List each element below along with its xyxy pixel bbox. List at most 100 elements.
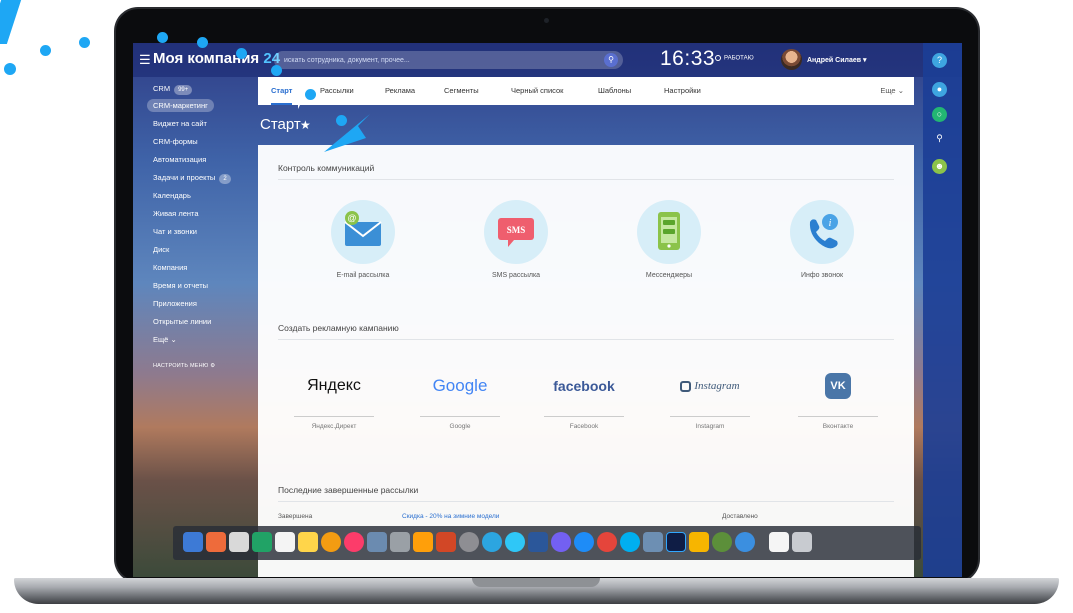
star-icon[interactable]: ★ <box>300 118 311 132</box>
reminders-icon[interactable] <box>275 532 295 552</box>
sidebar-item-chat[interactable]: Чат и звонки <box>133 224 253 240</box>
screenshot-icon[interactable] <box>390 532 410 552</box>
sidebar-item-label: Живая лента <box>153 209 199 218</box>
decorative-dot <box>4 63 16 75</box>
bitrix24-icon[interactable] <box>505 532 525 552</box>
user-icon[interactable]: ☻ <box>932 159 947 174</box>
search-box[interactable]: ⚲ <box>274 51 623 69</box>
skype-icon[interactable] <box>620 532 640 552</box>
help-icon[interactable]: ? <box>932 53 947 68</box>
channel-info-call[interactable]: i Инфо звонок <box>747 200 897 279</box>
tab-segments[interactable]: Сегменты <box>444 77 479 105</box>
sidebar-item-automation[interactable]: Автоматизация <box>133 152 253 168</box>
sidebar-item-feed[interactable]: Живая лента <box>133 206 253 222</box>
sketch-icon[interactable] <box>689 532 709 552</box>
sidebar-item-crm-forms[interactable]: CRM-формы <box>133 134 253 150</box>
configure-menu-link[interactable]: НАСТРОИТЬ МЕНЮ ⚙ <box>133 358 253 374</box>
excel-icon[interactable] <box>252 532 272 552</box>
ad-vk[interactable]: VK Вконтакте <box>768 370 908 430</box>
stage: ☰ Моя компания 24 ⚲ 16:33 РАБОТАЮ Андрей… <box>0 0 1073 613</box>
tab-mailings[interactable]: Рассылки <box>320 77 354 105</box>
launchpad-icon[interactable] <box>459 532 479 552</box>
sidebar-item-label: CRM-маркетинг <box>147 99 214 112</box>
safari-icon[interactable] <box>574 532 594 552</box>
ad-separator <box>294 416 374 417</box>
decorative-dot <box>236 48 247 59</box>
network-monitor-icon[interactable] <box>712 532 732 552</box>
divider <box>278 501 894 502</box>
stickies-icon[interactable] <box>298 532 318 552</box>
sidebar-item-apps[interactable]: Приложения <box>133 296 253 312</box>
sidebar-item-company[interactable]: Компания <box>133 260 253 276</box>
tab-templates[interactable]: Шаблоны <box>598 77 631 105</box>
sms-bubble-graphic: SMS <box>498 218 534 247</box>
sidebar-item-drive[interactable]: Диск <box>133 242 253 258</box>
sidebar-item-crm[interactable]: CRM 99+ <box>133 81 253 97</box>
counter-badge: 2 <box>219 174 231 184</box>
section-title-communications: Контроль коммуникаций <box>278 163 375 173</box>
finder-icon[interactable] <box>183 532 203 552</box>
system-prefs-icon[interactable] <box>643 532 663 552</box>
powerpoint-icon[interactable] <box>436 532 456 552</box>
sidebar-item-more[interactable]: Ещё ⌄ <box>133 332 253 348</box>
sidebar-item-time[interactable]: Время и отчеты <box>133 278 253 294</box>
search-icon[interactable]: ⚲ <box>932 131 947 146</box>
tab-settings[interactable]: Настройки <box>664 77 701 105</box>
trash-icon[interactable] <box>792 532 812 552</box>
facebook-logo: facebook <box>514 370 654 402</box>
books-icon[interactable] <box>413 532 433 552</box>
document-icon[interactable] <box>769 532 789 552</box>
calendar-icon[interactable] <box>206 532 226 552</box>
photos-icon[interactable] <box>321 532 341 552</box>
channel-label: SMS рассылка <box>491 272 541 279</box>
search-icon[interactable]: ⚲ <box>604 53 618 67</box>
company-logo[interactable]: Моя компания 24 <box>153 50 280 67</box>
chrome-icon[interactable] <box>597 532 617 552</box>
notes-icon[interactable] <box>229 532 249 552</box>
ad-instagram[interactable]: Instagram Instagram <box>640 370 780 430</box>
sidebar-item-open-lines[interactable]: Открытые линии <box>133 314 253 330</box>
quicktime-icon[interactable] <box>735 532 755 552</box>
top-bar: ☰ Моя компания 24 ⚲ 16:33 РАБОТАЮ Андрей… <box>133 43 962 77</box>
decorative-stroke <box>0 0 22 44</box>
chat-icon[interactable]: ○ <box>932 107 947 122</box>
ad-yandex[interactable]: Яндекс Яндекс.Директ <box>264 370 404 430</box>
avatar[interactable] <box>781 49 802 70</box>
ad-separator <box>798 416 878 417</box>
channel-email[interactable]: @ E-mail рассылка <box>288 200 438 279</box>
ad-google[interactable]: Google Google <box>390 370 530 430</box>
clock: 16:33 <box>660 47 716 70</box>
photoshop-icon[interactable] <box>666 532 686 552</box>
word-icon[interactable] <box>528 532 548 552</box>
itunes-icon[interactable] <box>344 532 364 552</box>
sidebar-item-tasks[interactable]: Задачи и проекты 2 <box>133 170 253 186</box>
page-title: Старт <box>260 116 301 133</box>
sidebar-item-label: Открытые линии <box>153 317 212 326</box>
sidebar-item-label: CRM-формы <box>153 137 198 146</box>
tab-start[interactable]: Старт <box>271 77 293 105</box>
sidebar-item-crm-marketing[interactable]: CRM-маркетинг <box>133 98 253 114</box>
work-status[interactable]: РАБОТАЮ <box>715 55 754 62</box>
tab-blacklist[interactable]: Черный список <box>511 77 563 105</box>
sidebar-item-site-widget[interactable]: Виджет на сайт <box>133 116 253 132</box>
search-input[interactable] <box>284 53 594 67</box>
hamburger-menu-icon[interactable]: ☰ <box>139 52 151 68</box>
channel-label: Мессенджеры <box>645 272 693 279</box>
divider <box>278 179 894 180</box>
envelope-graphic: @ <box>344 211 382 246</box>
content-card: Контроль коммуникаций @ E-mail рассылка <box>258 145 914 577</box>
user-menu[interactable]: Андрей Силаев ▾ <box>807 56 867 64</box>
viber-icon[interactable] <box>551 532 571 552</box>
preview-icon[interactable] <box>367 532 387 552</box>
tab-ads[interactable]: Реклама <box>385 77 415 105</box>
sidebar-item-calendar[interactable]: Календарь <box>133 188 253 204</box>
bell-icon[interactable]: ● <box>932 82 947 97</box>
chevron-down-icon: ⌄ <box>897 86 904 95</box>
ad-facebook[interactable]: facebook Facebook <box>514 370 654 430</box>
sidebar-item-label: Время и отчеты <box>153 281 209 290</box>
telegram-icon[interactable] <box>482 532 502 552</box>
channel-messengers[interactable]: Мессенджеры <box>594 200 744 279</box>
tab-more[interactable]: Еще ⌄ <box>880 77 904 105</box>
mailing-name-link[interactable]: Скидка - 20% на зимние модели <box>402 513 499 520</box>
channel-sms[interactable]: SMS SMS рассылка <box>441 200 591 279</box>
